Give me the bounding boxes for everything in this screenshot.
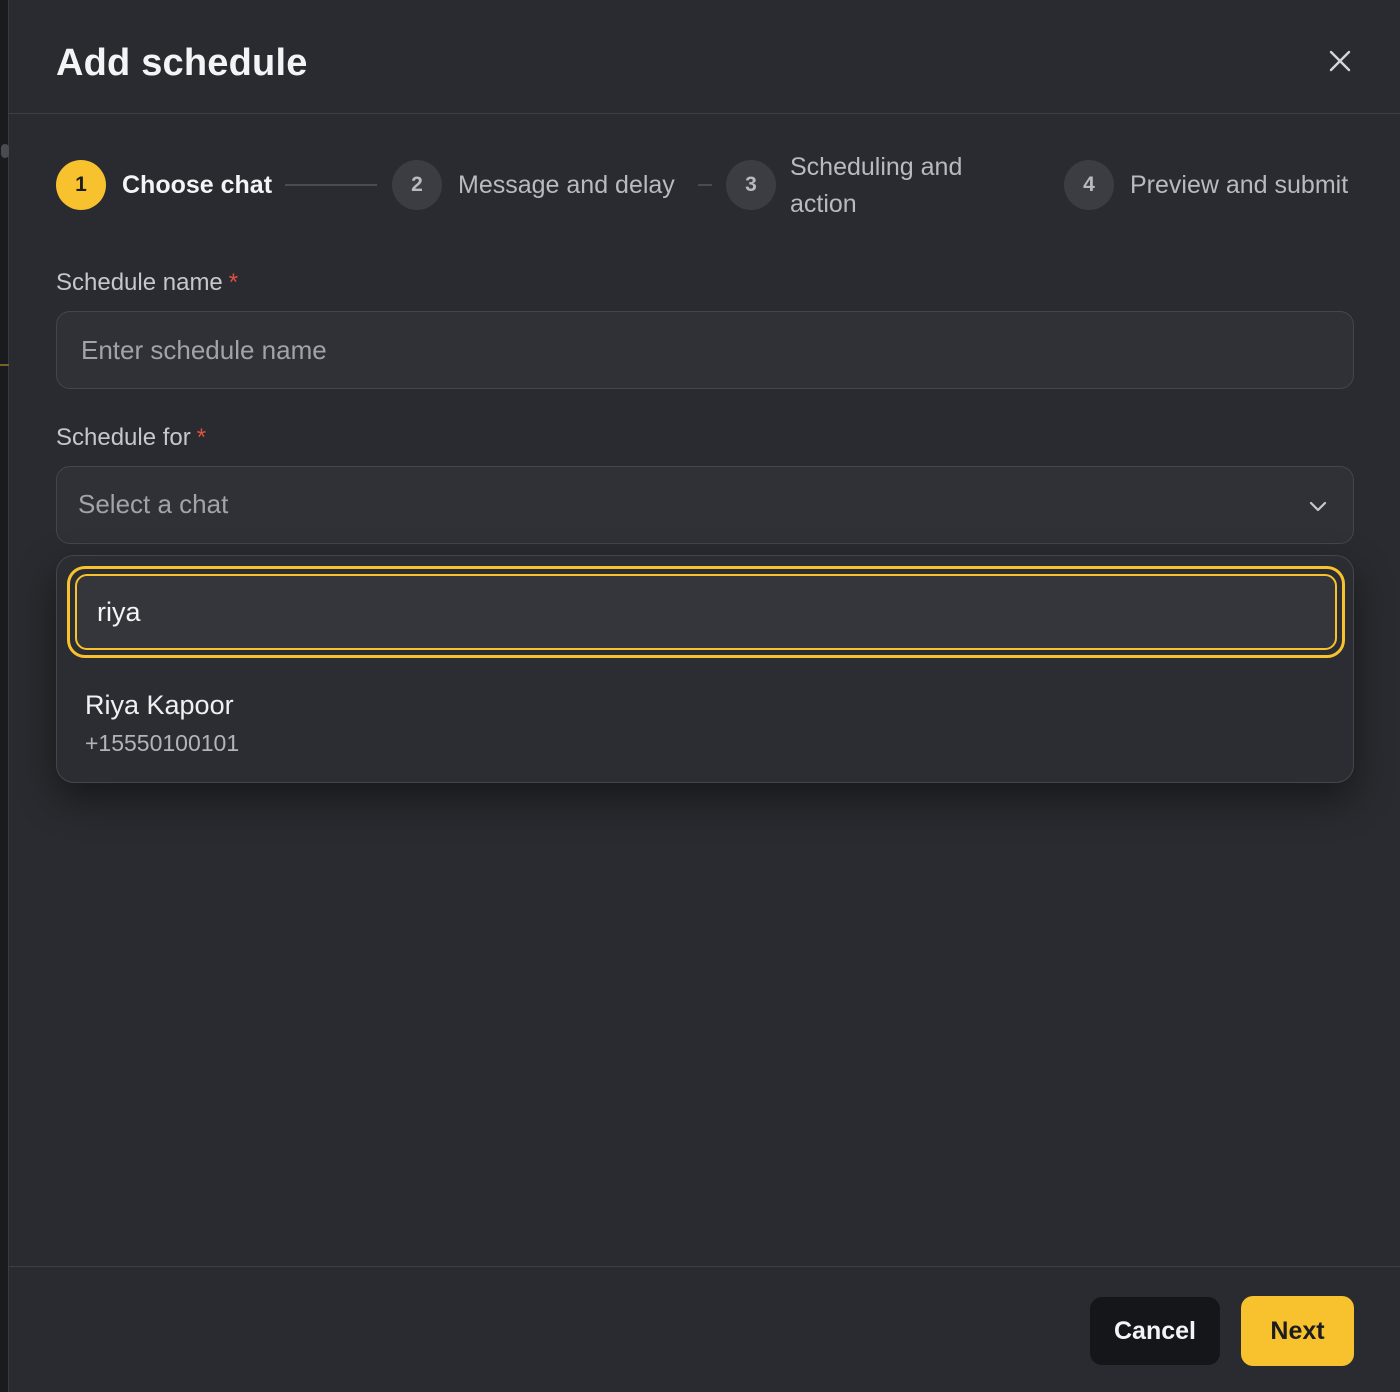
chevron-down-icon: [1309, 501, 1327, 512]
step-2-number: 2: [392, 160, 442, 210]
chat-select-value: Select a chat: [78, 489, 229, 519]
close-icon: [1329, 50, 1351, 72]
step-3-label-line-2: action: [790, 190, 857, 218]
chat-search-input[interactable]: [75, 574, 1337, 650]
modal-header: Add schedule: [9, 0, 1400, 114]
schedule-for-label-text: Schedule for: [56, 424, 191, 451]
required-mark: *: [228, 269, 239, 296]
step-2-label: Message and delay: [458, 171, 675, 199]
stepper: 1 Choose chat 2 Message and delay 3 Sche…: [56, 145, 1356, 225]
step-4-number: 4: [1064, 160, 1114, 210]
chat-option-name: Riya Kapoor: [85, 690, 234, 720]
required-mark: *: [196, 424, 207, 451]
chat-option-phone: +15550100101: [85, 730, 240, 756]
step-3-number: 3: [726, 160, 776, 210]
chat-select[interactable]: Select a chat: [56, 466, 1354, 544]
background-indicator: [1, 144, 9, 158]
step-connector-1: [285, 184, 377, 186]
modal-title: Add schedule: [56, 42, 308, 84]
schedule-for-label: Schedule for *: [56, 424, 206, 452]
close-button[interactable]: [1325, 46, 1355, 76]
step-connector-2: [698, 184, 712, 186]
step-4-label: Preview and submit: [1130, 171, 1349, 199]
background-accent-line: [0, 364, 9, 366]
step-3-label-line-1: Scheduling and: [790, 153, 963, 181]
chat-option[interactable]: Riya Kapoor +15550100101: [57, 674, 1353, 774]
schedule-name-label-text: Schedule name: [56, 269, 223, 296]
chat-dropdown: Riya Kapoor +15550100101: [56, 555, 1354, 783]
schedule-name-label: Schedule name *: [56, 269, 238, 297]
cancel-button[interactable]: Cancel: [1090, 1297, 1220, 1365]
background-app-edge: [0, 0, 9, 1392]
next-button[interactable]: Next: [1241, 1296, 1354, 1366]
modal-footer: Cancel Next: [9, 1266, 1400, 1392]
step-1-number: 1: [56, 160, 106, 210]
step-1-label: Choose chat: [122, 171, 273, 199]
schedule-name-input[interactable]: [56, 311, 1354, 389]
add-schedule-modal: Add schedule 1 Choose chat 2 Message and…: [9, 0, 1400, 1392]
